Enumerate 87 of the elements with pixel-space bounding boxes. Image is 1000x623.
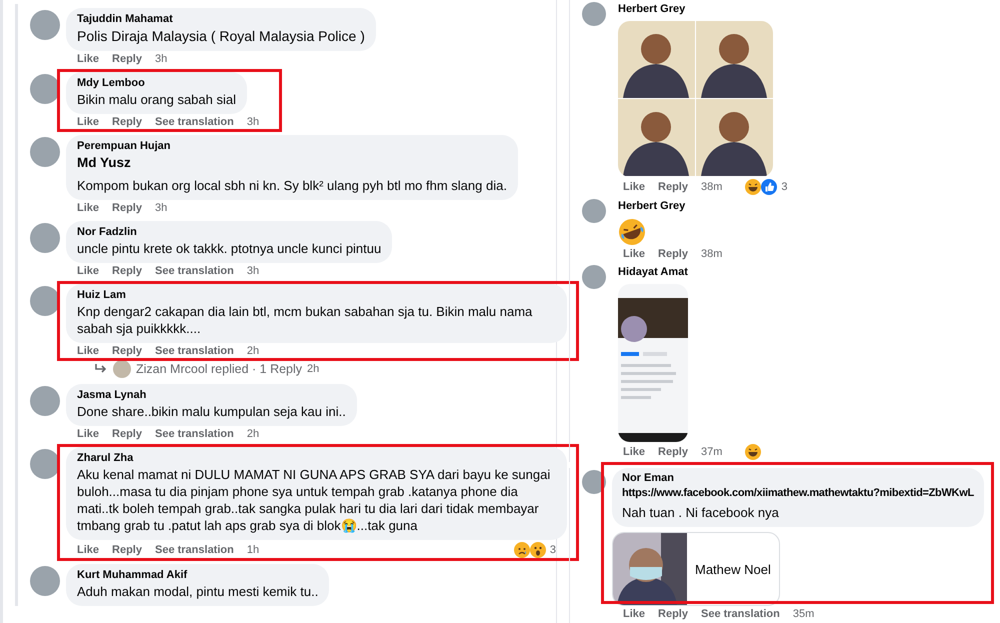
- tagged-name[interactable]: Md Yusz: [77, 154, 507, 172]
- comment-time[interactable]: 38m: [700, 248, 722, 261]
- action-link[interactable]: See translation: [700, 608, 780, 621]
- action-link[interactable]: Like: [77, 116, 100, 129]
- avatar-icon: [113, 360, 131, 378]
- avatar-icon: [30, 566, 60, 596]
- comment-text: Bikin malu orang sabah sial: [77, 91, 236, 108]
- avatar-icon: [30, 286, 60, 316]
- avatar-icon: [30, 223, 60, 253]
- action-link[interactable]: Like: [77, 345, 100, 358]
- avatar-icon: [30, 74, 60, 104]
- comment-time[interactable]: 3h: [154, 202, 168, 215]
- avatar-icon: [30, 10, 60, 40]
- laughing-face-icon: [745, 179, 762, 195]
- reply-time: 2h: [307, 363, 320, 375]
- tagged-name[interactable]: Polis Diraja Malaysia ( Royal Malaysia Police ): [77, 27, 365, 45]
- avatar-icon: [30, 386, 60, 416]
- comment-text: Aku kenal mamat ni DULU MAMAT NI GUNA APS GRAB SYA dari bayu ke sungai buloh...masa tu dia pinjam phone sya untuk tempah grab .katanya phone dia mati..tk boleh tempah grab..tak sangka pulak hari tu dia lari dari tidak membayar tmbang grab tu .patut lah aps grab sya di blok😭...tak guna: [77, 466, 552, 534]
- author-name[interactable]: Kurt Muhammad Akif: [77, 568, 318, 583]
- action-link[interactable]: Like: [623, 446, 646, 458]
- link-text[interactable]: https://www.facebook.com/xiimathew.mathewtaktu?mibextid=ZbWKwL: [622, 486, 974, 501]
- author-name[interactable]: Jasma Lynah: [77, 388, 346, 403]
- action-link[interactable]: See translation: [154, 428, 234, 441]
- action-link[interactable]: Reply: [112, 53, 142, 66]
- comment-time[interactable]: 2h: [246, 428, 260, 441]
- action-link[interactable]: Reply: [658, 248, 688, 261]
- comment-time[interactable]: 1h: [246, 544, 260, 556]
- action-link[interactable]: Reply: [112, 202, 142, 215]
- action-link[interactable]: See translation: [154, 265, 234, 278]
- comment-text: Kompom bukan org local sbh ni kn. Sy blk² ulang pyh btl mo fhm slang dia.: [77, 177, 507, 194]
- sad-face-icon: [514, 542, 530, 558]
- link-preview-card[interactable]: Mathew Noel: [612, 532, 780, 606]
- action-link[interactable]: Reply: [112, 345, 142, 358]
- avatar-icon: [582, 2, 606, 26]
- author-name[interactable]: Hidayat Amat: [618, 265, 688, 280]
- action-link[interactable]: Like: [623, 608, 646, 621]
- replies-link[interactable]: Zizan Mrcool replied · 1 Reply: [136, 362, 302, 376]
- comment-time[interactable]: 2h: [246, 345, 260, 358]
- comment-time[interactable]: 3h: [246, 116, 260, 129]
- author-name[interactable]: Perempuan Hujan: [77, 139, 507, 154]
- author-name[interactable]: Herbert Grey: [618, 2, 773, 17]
- action-link[interactable]: Like: [77, 265, 100, 278]
- action-link[interactable]: See translation: [154, 345, 234, 358]
- comment-time[interactable]: 3h: [154, 53, 168, 66]
- author-name[interactable]: Nor Fadzlin: [77, 225, 382, 240]
- action-link[interactable]: Like: [77, 544, 100, 556]
- comment-text: Knp dengar2 cakapan dia lain btl, mcm bukan sabahan sja tu. Bikin malu nama sabah sja puikkkkk....: [77, 303, 534, 337]
- comment-time[interactable]: 38m: [700, 180, 722, 194]
- action-link[interactable]: Like: [77, 202, 100, 215]
- author-name[interactable]: Herbert Grey: [618, 199, 686, 214]
- action-link[interactable]: Reply: [112, 265, 142, 278]
- action-link[interactable]: See translation: [154, 116, 234, 129]
- avatar-icon: [30, 137, 60, 167]
- comment-text: Nah tuan . Ni facebook nya: [622, 504, 780, 522]
- laughing-face-icon: [745, 444, 762, 460]
- avatar-icon: [582, 265, 606, 289]
- action-link[interactable]: See translation: [154, 544, 234, 556]
- reaction-count: 3: [550, 544, 556, 556]
- reaction-count: 3: [781, 180, 788, 194]
- preview-title: Mathew Noel: [694, 562, 771, 576]
- comment-time[interactable]: 3h: [246, 265, 260, 278]
- author-name[interactable]: Huiz Lam: [77, 288, 556, 303]
- avatar-icon: [582, 199, 606, 223]
- action-link[interactable]: Like: [77, 428, 100, 441]
- comment-time[interactable]: 35m: [792, 608, 814, 621]
- action-link[interactable]: Like: [623, 248, 646, 261]
- surprised-face-icon: [530, 542, 546, 558]
- action-link[interactable]: Reply: [658, 446, 688, 458]
- laughing-emoji-icon: [618, 218, 646, 246]
- action-link[interactable]: Reply: [112, 544, 142, 556]
- author-name[interactable]: Zharul Zha: [77, 451, 556, 466]
- thumbs-up-icon: [761, 179, 778, 195]
- author-name[interactable]: Nor Eman: [622, 471, 974, 486]
- action-link[interactable]: Like: [77, 53, 100, 66]
- action-link[interactable]: Reply: [658, 180, 688, 194]
- reply-arrow-icon: [94, 363, 108, 375]
- action-link[interactable]: Reply: [112, 116, 142, 129]
- comment-text: Aduh makan modal, pintu mesti kemik tu..: [77, 583, 318, 600]
- action-link[interactable]: Reply: [658, 608, 688, 621]
- action-link[interactable]: Like: [623, 180, 646, 194]
- comment-time[interactable]: 37m: [700, 446, 722, 458]
- comment-text: Done share..bikin malu kumpulan seja kau ini..: [77, 403, 346, 420]
- comment-text: uncle pintu krete ok takkk. ptotnya uncle kunci pintuu: [77, 240, 382, 257]
- author-name[interactable]: Tajuddin Mahamat: [77, 12, 365, 27]
- action-link[interactable]: Reply: [112, 428, 142, 441]
- avatar-icon: [30, 449, 60, 479]
- author-name[interactable]: Mdy Lemboo: [77, 76, 236, 91]
